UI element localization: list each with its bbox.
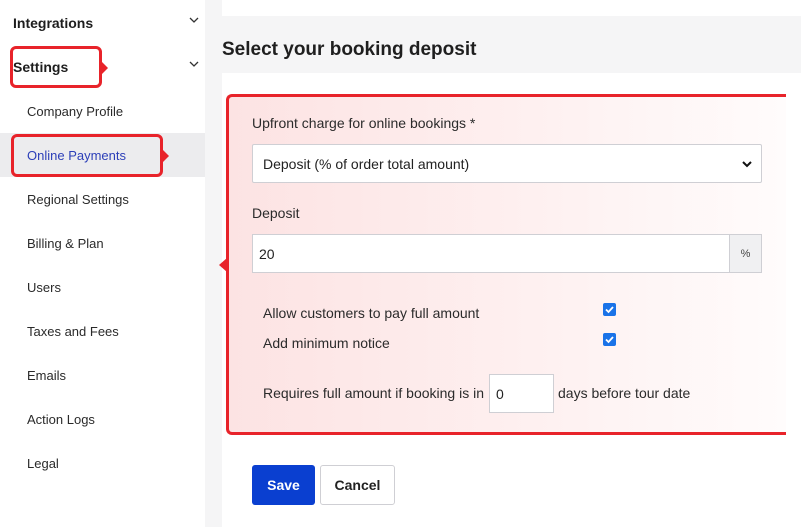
page-title: Select your booking deposit (222, 39, 477, 60)
requires-full-amount-suffix: days before tour date (558, 385, 691, 401)
sidebar-section-label: Integrations (13, 15, 94, 31)
deposit-label: Deposit (252, 205, 300, 221)
check-icon (605, 306, 614, 314)
sidebar-item-label: Billing & Plan (27, 235, 104, 251)
sidebar-item-users[interactable]: Users (0, 265, 205, 309)
chevron-down-icon (742, 161, 752, 168)
sidebar-item-taxes-fees[interactable]: Taxes and Fees (0, 309, 205, 353)
sidebar-item-label: Taxes and Fees (27, 323, 119, 339)
sidebar-item-label: Legal (27, 455, 59, 471)
allow-full-amount-checkbox[interactable] (603, 303, 616, 316)
sidebar-section-settings[interactable]: Settings (0, 45, 205, 89)
sidebar-item-label: Online Payments (27, 147, 126, 163)
sidebar: Integrations Settings Company Profile On… (0, 0, 205, 527)
allow-full-amount-label: Allow customers to pay full amount (263, 305, 480, 321)
sidebar-section-integrations[interactable]: Integrations (0, 1, 205, 45)
save-button[interactable]: Save (252, 465, 315, 505)
upfront-charge-label: Upfront charge for online bookings * (252, 115, 476, 131)
requires-full-amount-prefix: Requires full amount if booking is in (263, 385, 485, 401)
chevron-down-icon (189, 61, 199, 67)
days-before-value: 0 (496, 385, 504, 402)
annotation-notch (219, 258, 227, 272)
sidebar-item-billing-plan[interactable]: Billing & Plan (0, 221, 205, 265)
sidebar-section-label: Settings (13, 59, 69, 75)
annotation-highlight-edge (400, 94, 786, 97)
sidebar-item-label: Users (27, 279, 61, 295)
cancel-button[interactable]: Cancel (320, 465, 395, 505)
sidebar-item-label: Action Logs (27, 411, 95, 427)
percent-addon: % (729, 234, 762, 273)
sidebar-item-company-profile[interactable]: Company Profile (0, 89, 205, 133)
annotation-highlight-edge (400, 432, 786, 435)
sidebar-item-regional-settings[interactable]: Regional Settings (0, 177, 205, 221)
check-icon (605, 336, 614, 344)
percent-suffix: % (740, 247, 751, 260)
upfront-charge-selected: Deposit (% of order total amount) (263, 155, 470, 172)
minimum-notice-label: Add minimum notice (263, 335, 390, 351)
deposit-value: 20 (259, 245, 275, 262)
deposit-input[interactable]: 20 (252, 234, 730, 273)
sidebar-item-label: Regional Settings (27, 191, 129, 207)
minimum-notice-checkbox[interactable] (603, 333, 616, 346)
sidebar-item-emails[interactable]: Emails (0, 353, 205, 397)
top-card (222, 0, 801, 16)
upfront-charge-select[interactable]: Deposit (% of order total amount) (252, 144, 762, 183)
chevron-down-icon (189, 17, 199, 23)
sidebar-item-action-logs[interactable]: Action Logs (0, 397, 205, 441)
sidebar-item-legal[interactable]: Legal (0, 441, 205, 485)
sidebar-item-label: Emails (27, 367, 67, 383)
sidebar-item-label: Company Profile (27, 103, 124, 119)
days-before-input[interactable]: 0 (489, 374, 554, 413)
sidebar-item-online-payments[interactable]: Online Payments (0, 133, 205, 177)
